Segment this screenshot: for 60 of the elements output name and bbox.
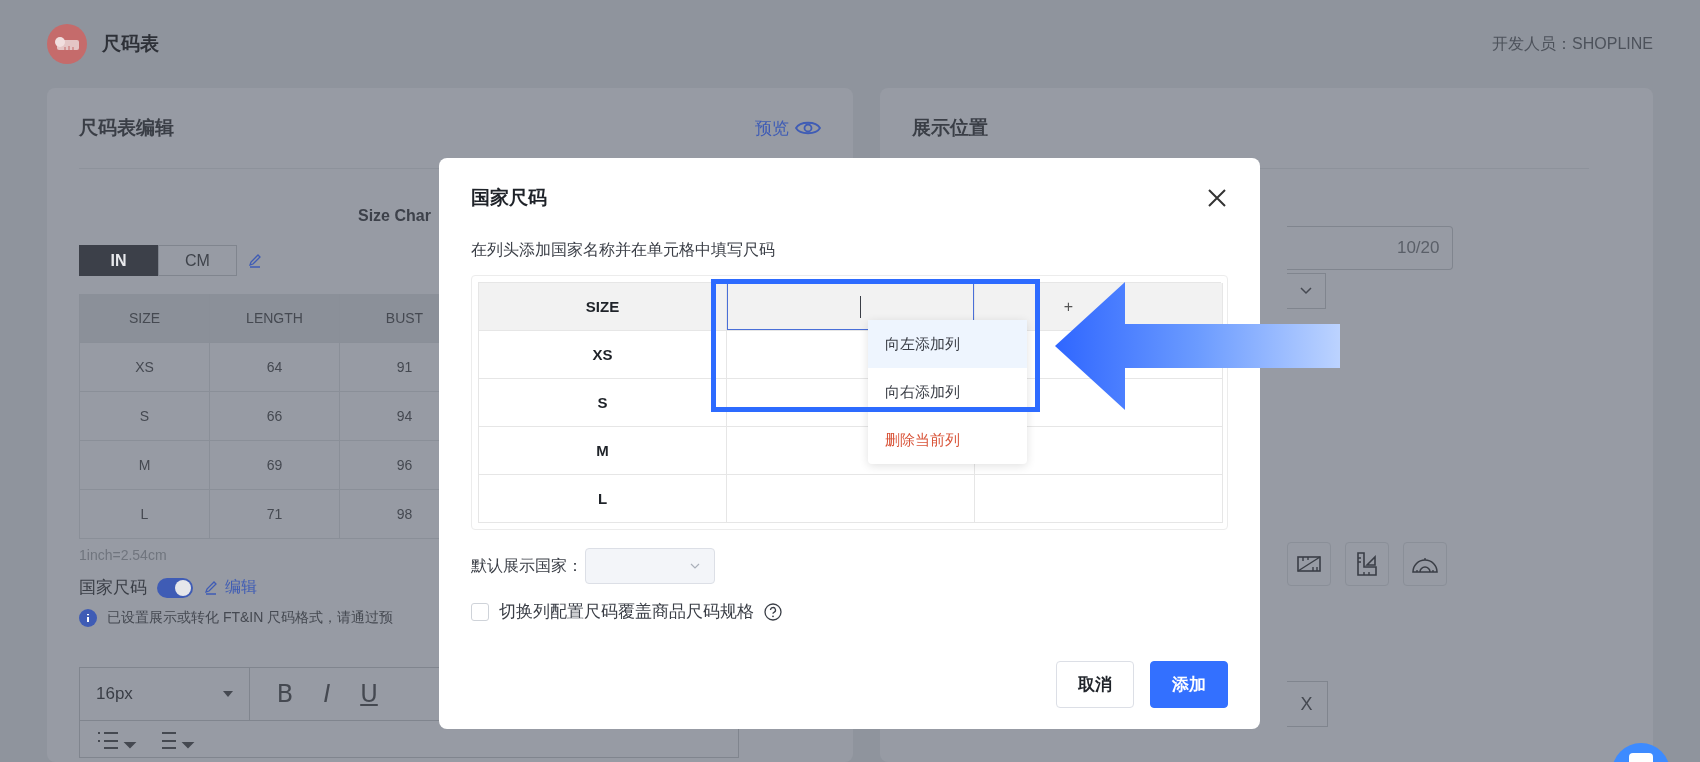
help-icon[interactable] xyxy=(764,602,782,621)
table-cell: S xyxy=(80,392,210,441)
dialog-title: 国家尺码 xyxy=(471,186,547,210)
eye-icon xyxy=(794,119,821,137)
tape-measure-logo xyxy=(47,24,87,64)
table-cell: 69 xyxy=(210,441,340,490)
menu-item[interactable]: 删除当前列 xyxy=(868,416,1027,464)
app-title: 尺码表 xyxy=(102,32,159,56)
table-cell: L xyxy=(479,475,727,523)
info-icon xyxy=(79,609,97,627)
instruction-text: 在列头添加国家名称并在单元格中填写尺码 xyxy=(471,240,775,260)
close-icon[interactable] xyxy=(1206,187,1228,209)
character-counter: 10/20 xyxy=(1286,226,1453,270)
add-button[interactable]: 添加 xyxy=(1150,661,1228,708)
format-button[interactable]: I xyxy=(306,680,348,708)
preview-link[interactable]: 预览 xyxy=(754,116,821,140)
default-country-label: 默认展示国家： xyxy=(471,555,583,576)
chart-title: Size Char xyxy=(358,207,431,225)
table-cell: 66 xyxy=(210,392,340,441)
size-input-cell[interactable] xyxy=(975,475,1223,523)
pencil-icon[interactable] xyxy=(247,252,263,269)
table-cell: 64 xyxy=(210,343,340,392)
column-header: SIZE xyxy=(479,283,727,331)
unit-tab[interactable]: IN xyxy=(79,245,158,276)
table-cell: XS xyxy=(80,343,210,392)
format-button[interactable]: B xyxy=(264,680,306,708)
card-title: 展示位置 xyxy=(911,116,988,140)
table-cell: M xyxy=(479,427,727,475)
edit-link[interactable]: 编辑 xyxy=(203,577,257,598)
unit-tab[interactable]: CM xyxy=(158,245,237,276)
table-cell: M xyxy=(80,441,210,490)
cancel-button[interactable]: 取消 xyxy=(1056,661,1134,708)
override-label: 切换列配置尺码覆盖商品尺码规格 xyxy=(499,601,754,623)
font-size-select[interactable]: 16px xyxy=(80,668,250,720)
pencil-icon[interactable] xyxy=(203,579,219,596)
table-cell: XS xyxy=(479,331,727,379)
menu-item[interactable]: 向左添加列 xyxy=(868,320,1027,368)
info-text: 已设置展示或转化 FT&IN 尺码格式，请通过预 xyxy=(107,609,394,627)
table-cell: L xyxy=(80,490,210,539)
format-button[interactable]: U xyxy=(348,680,390,708)
text-cursor-icon xyxy=(860,295,861,318)
table-cell: 71 xyxy=(210,490,340,539)
add-column-button[interactable]: + xyxy=(1063,297,1074,316)
ruler-icon xyxy=(1295,553,1322,575)
protractor-tile[interactable] xyxy=(1402,542,1447,586)
caret-icon xyxy=(223,691,233,697)
ruler-tile[interactable] xyxy=(1286,542,1331,586)
chevron-icon xyxy=(690,563,700,569)
column-header: LENGTH xyxy=(210,294,340,343)
card-title: 尺码表编辑 xyxy=(79,116,174,140)
developer-label: 开发人员：SHOPLINE xyxy=(1492,33,1653,54)
column-header: SIZE xyxy=(80,294,210,343)
checkbox[interactable] xyxy=(471,602,489,621)
option-button[interactable]: X xyxy=(1286,681,1328,727)
chevron-icon xyxy=(1299,287,1312,295)
size-input-cell[interactable] xyxy=(727,475,975,523)
toggle-switch[interactable] xyxy=(157,577,193,598)
menu-item[interactable]: 向右添加列 xyxy=(868,368,1027,416)
country-size-label: 国家尺码 xyxy=(79,577,147,599)
square-ruler-tile[interactable] xyxy=(1344,542,1389,586)
